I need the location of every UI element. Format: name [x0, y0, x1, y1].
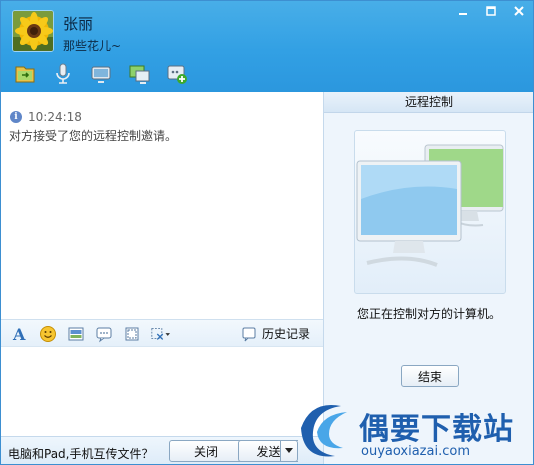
maximize-icon[interactable] — [477, 1, 505, 21]
add-app-icon[interactable] — [165, 62, 189, 86]
file-transfer-icon[interactable] — [13, 62, 37, 86]
video-call-icon[interactable] — [89, 62, 113, 86]
avatar[interactable] — [12, 10, 54, 52]
watermark: 偶要下载站 ouyaoxiazai.com — [291, 398, 531, 464]
remote-desktop-icon[interactable] — [127, 62, 151, 86]
contact-signature: 那些花儿~ — [63, 39, 122, 53]
bubble-icon[interactable] — [94, 324, 114, 344]
end-remote-button[interactable]: 结束 — [401, 365, 459, 387]
bottom-bar: 电脑和Pad,手机互传文件？ 关闭 发送 — [1, 436, 323, 464]
chat-toolbar — [13, 62, 189, 86]
file-transfer-tip[interactable]: 电脑和Pad,手机互传文件？ — [8, 445, 153, 462]
close-button[interactable]: 关闭 — [169, 440, 243, 462]
message-meta: i 10:24:18 — [10, 110, 82, 124]
image-icon[interactable] — [66, 324, 86, 344]
screenshot-icon[interactable] — [150, 324, 170, 344]
close-icon[interactable] — [505, 1, 533, 21]
chat-window: 张丽 那些花儿~ i 10:24:18 对方接受了您的远程控制邀请。 A 历史记… — [0, 0, 534, 465]
watermark-title: 偶要下载站 — [359, 412, 514, 447]
screen-record-icon[interactable] — [122, 324, 142, 344]
remote-panel-title: 远程控制 — [324, 92, 533, 113]
remote-computers-illustration — [354, 130, 506, 294]
format-toolbar: A 历史记录 — [1, 319, 323, 347]
message-input[interactable] — [1, 348, 323, 436]
message-history[interactable]: i 10:24:18 对方接受了您的远程控制邀请。 — [1, 92, 323, 319]
font-icon[interactable]: A — [10, 324, 30, 344]
message-time: 10:24:18 — [28, 110, 82, 124]
remote-status-text: 您正在控制对方的计算机。 — [356, 307, 501, 321]
contact-name: 张丽 — [63, 15, 94, 33]
info-icon: i — [10, 111, 22, 123]
minimize-icon[interactable] — [449, 1, 477, 21]
system-message: 对方接受了您的远程控制邀请。 — [9, 129, 178, 143]
watermark-url: ouyaoxiazai.com — [361, 444, 470, 459]
window-controls — [449, 1, 533, 21]
voice-call-icon[interactable] — [51, 62, 75, 86]
emoji-icon[interactable] — [38, 324, 58, 344]
svg-text:A: A — [12, 325, 26, 343]
chat-header: 张丽 那些花儿~ — [1, 1, 533, 92]
history-icon — [242, 327, 256, 341]
history-button[interactable]: 历史记录 — [241, 325, 310, 342]
history-label: 历史记录 — [262, 327, 311, 341]
watermark-logo-icon — [301, 404, 347, 457]
